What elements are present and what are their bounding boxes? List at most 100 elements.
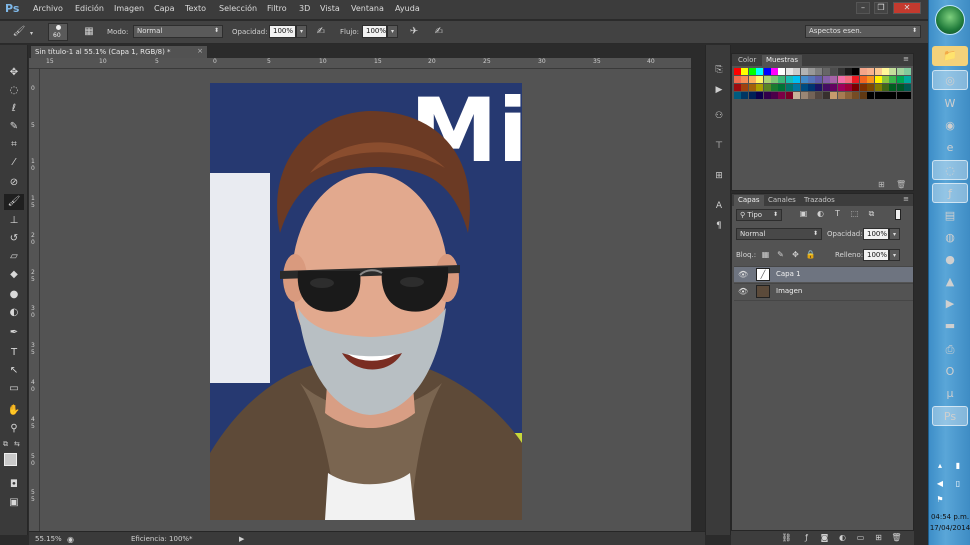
- swatch[interactable]: [904, 68, 912, 75]
- swatch[interactable]: [734, 84, 741, 91]
- swatch[interactable]: [874, 68, 882, 75]
- delete-swatch-icon[interactable]: 🗑: [896, 180, 906, 189]
- opacity-input[interactable]: 100%: [269, 25, 296, 38]
- swatch[interactable]: [859, 92, 867, 99]
- workspace-select[interactable]: Aspectos esen. ⬍: [805, 25, 921, 38]
- clone-source-icon[interactable]: ⊤: [712, 139, 726, 153]
- panel-menu-icon[interactable]: ≡: [903, 195, 909, 203]
- new-layer-icon[interactable]: ⊞: [873, 533, 884, 542]
- mode-select[interactable]: Normal ⬍: [133, 25, 223, 38]
- menu-imagen[interactable]: Imagen: [114, 4, 144, 13]
- start-button[interactable]: [935, 5, 965, 35]
- swatch[interactable]: [837, 92, 845, 99]
- chrome-icon[interactable]: ◎: [932, 70, 968, 90]
- swatch[interactable]: [867, 76, 875, 83]
- default-colors-icon[interactable]: ⧉: [3, 440, 8, 449]
- swatch[interactable]: [837, 76, 845, 83]
- tab-canales[interactable]: Canales: [764, 195, 800, 206]
- swatch[interactable]: [785, 76, 793, 83]
- canvas-area[interactable]: Mi AW: [40, 69, 691, 531]
- swatch[interactable]: [889, 92, 897, 99]
- path-selection-tool-icon[interactable]: ↖: [4, 363, 24, 379]
- swatch[interactable]: [785, 92, 793, 99]
- swatch[interactable]: [889, 68, 897, 75]
- swatch[interactable]: [874, 76, 882, 83]
- utorrent-icon[interactable]: µ: [932, 384, 968, 404]
- history-brush-tool-icon[interactable]: ↺: [4, 231, 24, 247]
- swatch[interactable]: [874, 92, 882, 99]
- quick-mask-icon[interactable]: ◘: [4, 477, 24, 493]
- swatch[interactable]: [763, 68, 771, 75]
- swatch[interactable]: [830, 84, 838, 91]
- media-icon[interactable]: ◍: [932, 228, 968, 248]
- swatch[interactable]: [793, 84, 801, 91]
- foreground-color-swatch[interactable]: [4, 453, 17, 466]
- lasso-tool-icon[interactable]: ℓ: [4, 101, 24, 117]
- menu-3d[interactable]: 3D: [299, 4, 310, 13]
- swatch[interactable]: [808, 92, 815, 99]
- swatch[interactable]: [845, 76, 852, 83]
- menu-ventana[interactable]: Ventana: [351, 4, 384, 13]
- printer-icon[interactable]: ⎙: [932, 340, 968, 360]
- quick-select-tool-icon[interactable]: ✎: [4, 119, 24, 135]
- swatch[interactable]: [800, 68, 808, 75]
- menu-capa[interactable]: Capa: [154, 4, 174, 13]
- menu-archivo[interactable]: Archivo: [33, 4, 63, 13]
- document-image[interactable]: Mi AW: [210, 83, 522, 520]
- explorer-icon[interactable]: 📁: [932, 46, 968, 66]
- tab-muestras[interactable]: Muestras: [762, 55, 802, 66]
- link-layers-icon[interactable]: ⛓: [781, 533, 792, 542]
- swatch[interactable]: [867, 68, 875, 75]
- swatch[interactable]: [889, 84, 897, 91]
- swatch[interactable]: [778, 68, 786, 75]
- swatch[interactable]: [845, 84, 852, 91]
- swatch[interactable]: [800, 84, 808, 91]
- eyedropper-tool-icon[interactable]: ⁄: [4, 155, 24, 171]
- swatch[interactable]: [815, 84, 823, 91]
- screen-mode-icon[interactable]: ▣: [4, 495, 24, 511]
- clock-time[interactable]: 04:54 p.m.: [929, 513, 970, 521]
- chevron-down-icon[interactable]: ▾: [30, 30, 33, 37]
- zoom-level[interactable]: 55.15%: [35, 535, 62, 543]
- swatch[interactable]: [771, 84, 778, 91]
- swatch[interactable]: [748, 84, 756, 91]
- new-group-icon[interactable]: ▭: [855, 533, 866, 542]
- swatch[interactable]: [793, 68, 801, 75]
- healing-brush-tool-icon[interactable]: ⊘: [4, 175, 24, 191]
- brush-panel-icon[interactable]: ▦: [82, 25, 96, 39]
- layer-opacity-dropdown-icon[interactable]: ▾: [889, 228, 900, 240]
- swatch[interactable]: [741, 84, 749, 91]
- filter-shape-icon[interactable]: ⬚: [849, 209, 860, 218]
- filter-toggle[interactable]: [895, 209, 901, 220]
- swatch[interactable]: [859, 84, 867, 91]
- menu-seleccion[interactable]: Selección: [219, 4, 257, 13]
- swatch[interactable]: [815, 76, 823, 83]
- swatch[interactable]: [867, 84, 875, 91]
- swatch[interactable]: [734, 68, 741, 75]
- ie-icon[interactable]: e: [932, 138, 968, 158]
- swatch[interactable]: [904, 92, 912, 99]
- swatch[interactable]: [756, 68, 764, 75]
- history-panel-icon[interactable]: ⎘: [712, 63, 726, 77]
- flow-input[interactable]: 100%: [362, 25, 387, 38]
- swatch[interactable]: [852, 84, 860, 91]
- swatch[interactable]: [793, 76, 801, 83]
- swatch[interactable]: [896, 68, 904, 75]
- network-icon[interactable]: ▮: [951, 460, 965, 472]
- swatch[interactable]: [763, 92, 771, 99]
- firefox-icon[interactable]: ◉: [932, 116, 968, 136]
- lock-all-icon[interactable]: 🔒: [805, 250, 816, 259]
- swatch[interactable]: [882, 76, 889, 83]
- swatch[interactable]: [845, 92, 852, 99]
- swatch[interactable]: [830, 68, 838, 75]
- rectangle-tool-icon[interactable]: ▭: [4, 381, 24, 397]
- swatch[interactable]: [763, 76, 771, 83]
- swatch[interactable]: [748, 68, 756, 75]
- blend-mode-select[interactable]: Normal ⬍: [736, 228, 822, 240]
- layer-row[interactable]: 👁 Imagen: [734, 283, 913, 299]
- swatch[interactable]: [830, 92, 838, 99]
- swatch[interactable]: [815, 68, 823, 75]
- swatch[interactable]: [778, 76, 786, 83]
- layer-row[interactable]: 👁 ╱ Capa 1: [734, 266, 913, 282]
- layer-filter-select[interactable]: ⚲ Tipo ⬍: [736, 209, 782, 221]
